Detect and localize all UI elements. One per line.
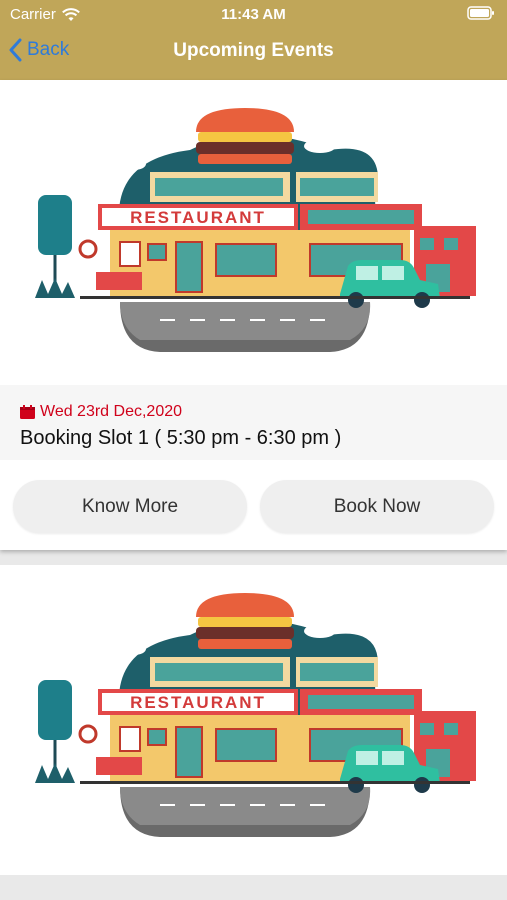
event-card: RESTAURANT [0,565,507,875]
event-date: Wed 23rd Dec,2020 [20,403,182,421]
booking-slot: Booking Slot 1 ( 5:30 pm - 6:30 pm ) [20,427,342,449]
event-image: RESTAURANT [0,565,507,870]
top-header: Carrier 11:43 AM Back Upcoming Events [0,0,507,80]
event-date-text: Wed 23rd Dec,2020 [40,403,183,420]
book-now-button[interactable]: Book Now [260,480,494,533]
battery-icon [467,6,495,24]
page-title: Upcoming Events [173,40,334,61]
know-more-button[interactable]: Know More [13,480,247,533]
event-image: RESTAURANT [0,80,507,385]
restaurant-sign: RESTAURANT [130,208,266,227]
navigation-bar: Back Upcoming Events [0,28,507,80]
status-bar: Carrier 11:43 AM [0,0,507,28]
event-info: Wed 23rd Dec,2020 Booking Slot 1 ( 5:30 … [0,385,507,460]
event-card: RESTAURANT [0,80,507,550]
calendar-icon [20,405,35,419]
status-time: 11:43 AM [221,6,286,23]
restaurant-sign: RESTAURANT [130,693,266,712]
